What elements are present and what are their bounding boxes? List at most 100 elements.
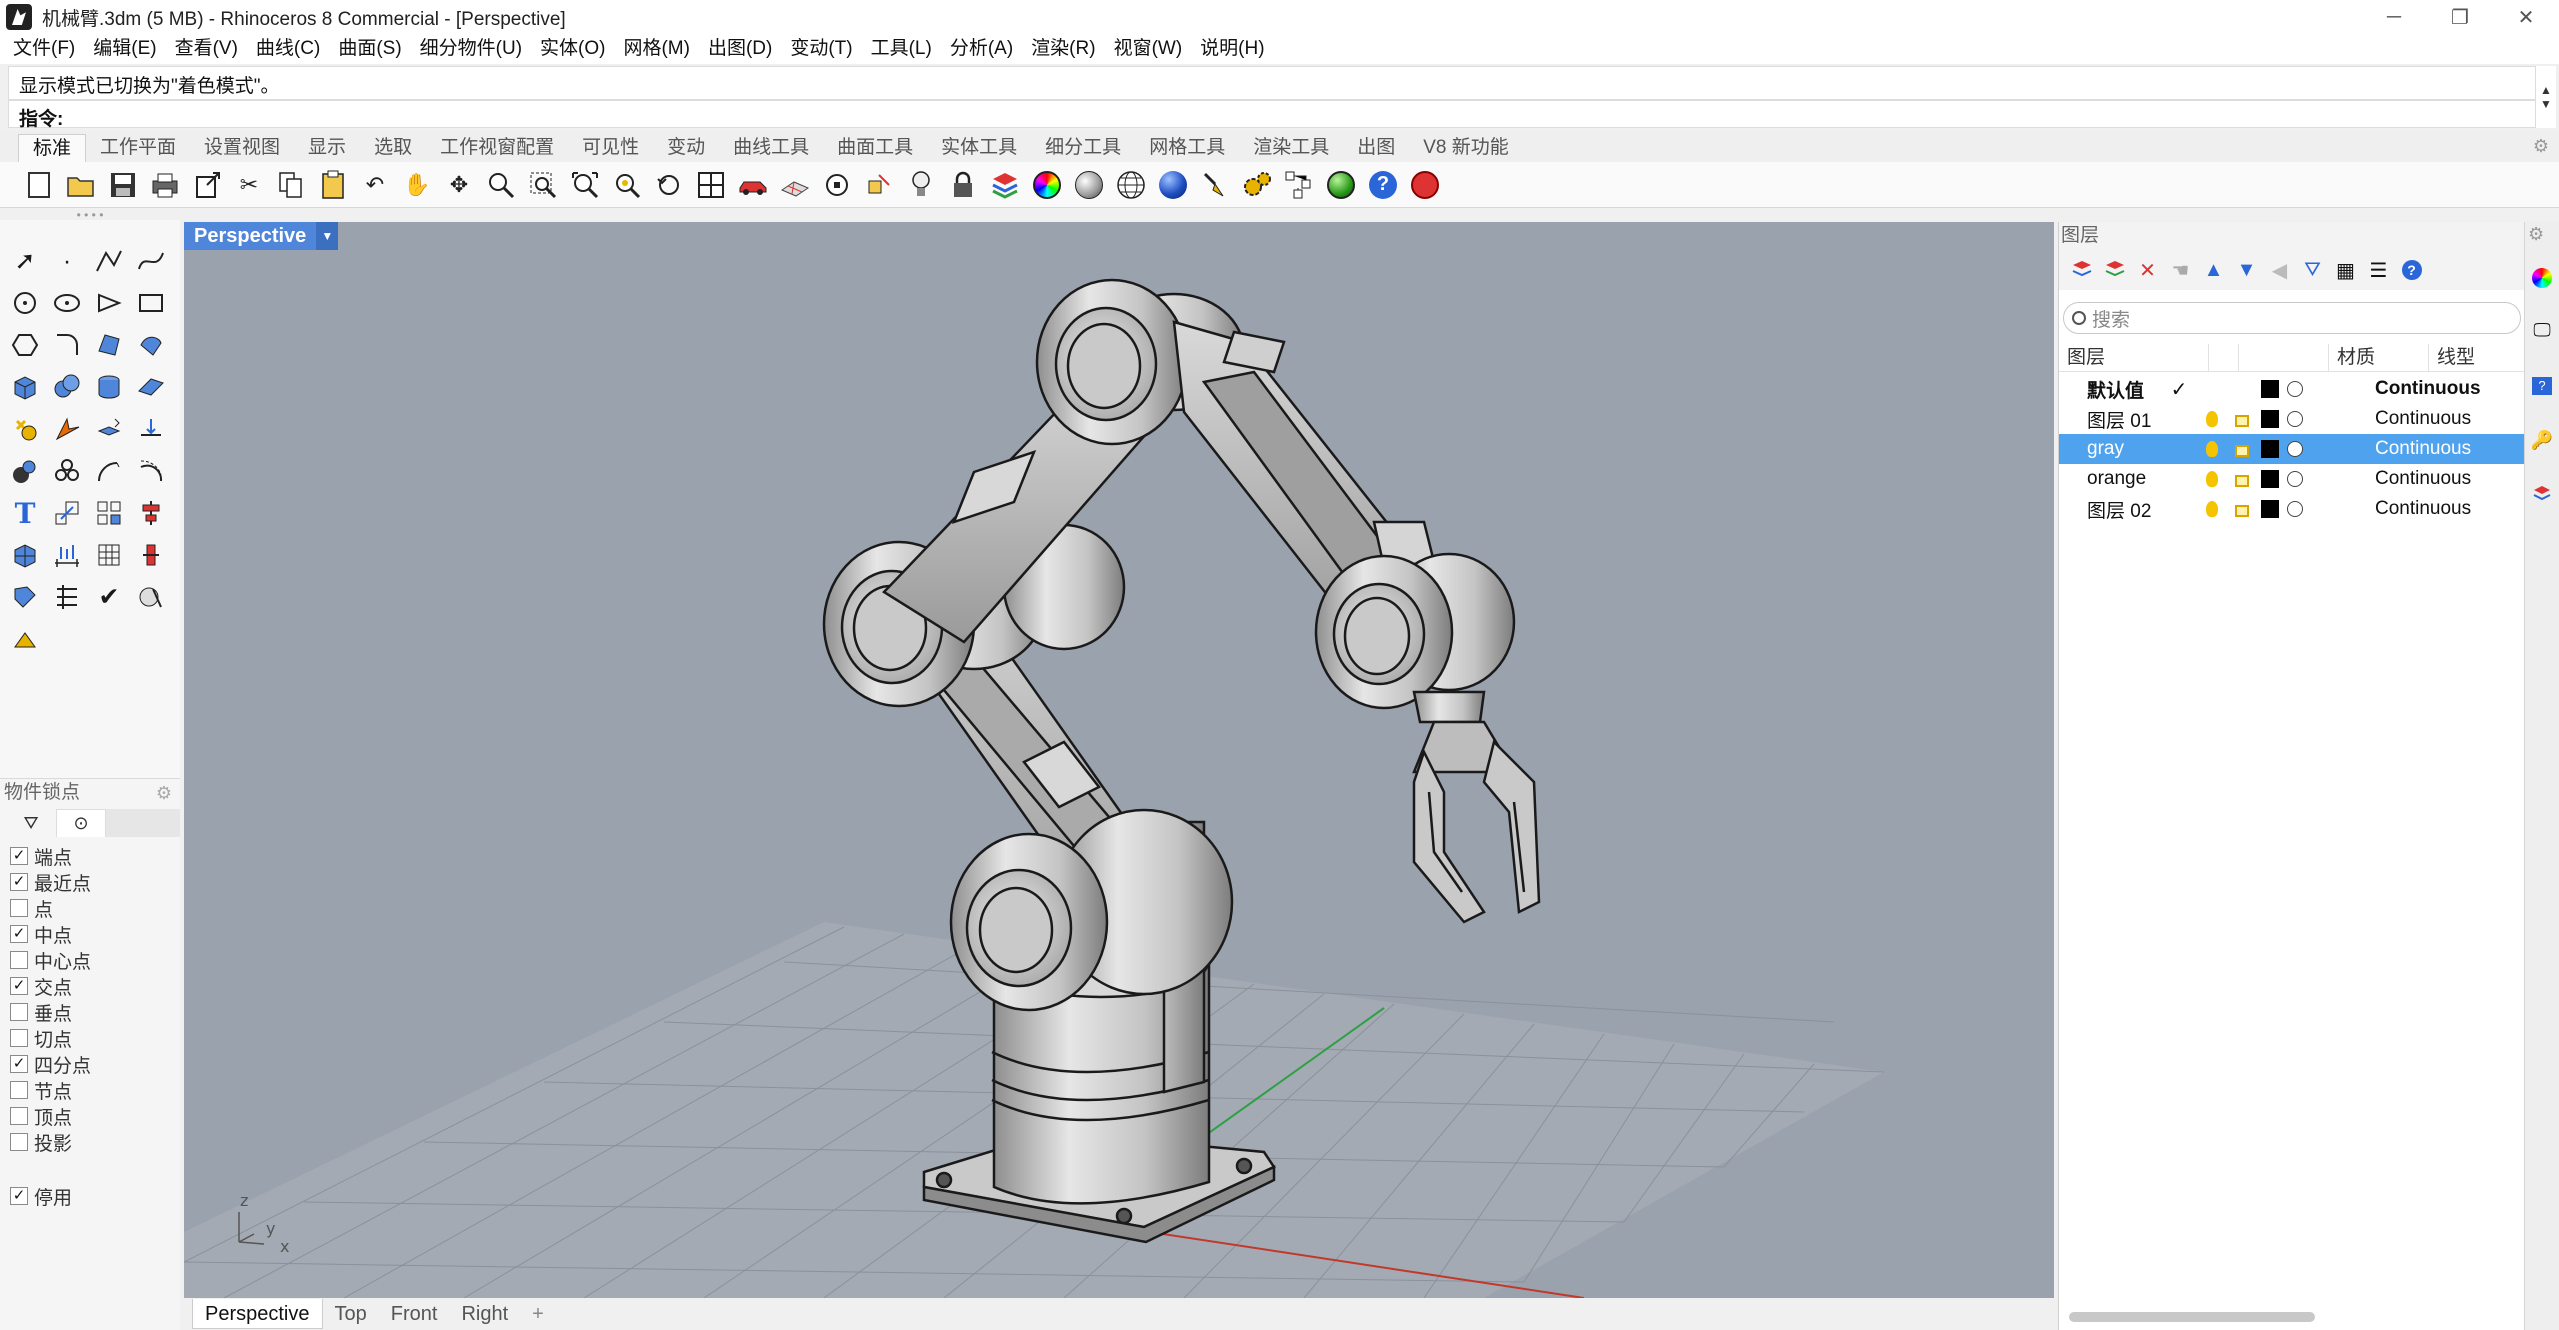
rendered-sphere-icon[interactable] <box>1156 168 1190 202</box>
menu-transform[interactable]: 变动(T) <box>781 34 861 64</box>
new-sublayer-icon[interactable] <box>2098 254 2131 287</box>
command-prompt[interactable]: 指令: <box>8 100 2536 130</box>
fillet-curve-icon[interactable] <box>46 324 88 366</box>
print-icon[interactable] <box>148 168 182 202</box>
command-scrollbar[interactable]: ▲ ▼ <box>2536 66 2556 128</box>
undo-icon[interactable]: ↶ <box>358 168 392 202</box>
viewport-scene[interactable]: z y x <box>184 222 2054 1298</box>
menu-subd[interactable]: 细分物件(U) <box>411 34 531 64</box>
tab-standard[interactable]: 标准 <box>18 134 87 162</box>
layer-color-swatch[interactable] <box>2257 380 2283 398</box>
check-icon[interactable]: ✔ <box>88 576 130 618</box>
delete-layer-icon[interactable]: ✕ <box>2131 254 2164 287</box>
osnap-tangent[interactable]: 切点 <box>0 1025 180 1051</box>
viewport-tab-top[interactable]: Top <box>323 1299 379 1329</box>
column-visibility[interactable] <box>2239 344 2329 372</box>
tab-drafting[interactable]: 出图 <box>1343 134 1409 162</box>
viewport-menu-chevron-icon[interactable]: ▼ <box>316 222 339 250</box>
viewport-tab-right[interactable]: Right <box>449 1299 520 1329</box>
menu-surface[interactable]: 曲面(S) <box>329 34 410 64</box>
column-current[interactable] <box>2209 344 2239 372</box>
layer-color-swatch[interactable] <box>2257 500 2283 518</box>
rhino-logo-icon[interactable] <box>6 4 32 30</box>
boolean-tools-icon[interactable] <box>4 408 46 450</box>
move-layer-down-icon[interactable]: ▼ <box>2230 254 2263 287</box>
layer-unlock-icon[interactable] <box>2227 441 2257 457</box>
layer-search-field[interactable]: 搜索 <box>2063 302 2521 334</box>
layer-visible-bulb-icon[interactable] <box>2197 471 2227 487</box>
feedback-icon[interactable] <box>1408 168 1442 202</box>
layer-name[interactable]: gray <box>2059 438 2161 460</box>
layer-color-swatch[interactable] <box>2257 440 2283 458</box>
toolbar-grip[interactable]: • • • • <box>0 209 180 221</box>
menu-edit[interactable]: 编辑(E) <box>84 34 165 64</box>
viewport-name[interactable]: Perspective <box>184 225 316 248</box>
circle-icon[interactable] <box>4 282 46 324</box>
layer-unlock-icon[interactable] <box>2227 471 2257 487</box>
menu-solid[interactable]: 实体(O) <box>531 34 614 64</box>
tab-render-tools[interactable]: 渲染工具 <box>1239 134 1343 162</box>
checkbox[interactable] <box>10 1081 28 1099</box>
pan-hand-icon[interactable]: ✋ <box>400 168 434 202</box>
layer-grid-view-icon[interactable]: ▦ <box>2329 254 2362 287</box>
move-layer-parent-icon[interactable]: ◀ <box>2263 254 2296 287</box>
car-icon[interactable] <box>736 168 770 202</box>
grid-plane-icon[interactable] <box>778 168 812 202</box>
cut-icon[interactable]: ✂ <box>232 168 266 202</box>
tab-set-view[interactable]: 设置视图 <box>190 134 294 162</box>
layer-visible-bulb-icon[interactable] <box>2197 441 2227 457</box>
osnap-intersection[interactable]: ✓ 交点 <box>0 973 180 999</box>
osnap-disable[interactable]: ✓ 停用 <box>0 1183 180 1209</box>
layer-row-01[interactable]: 图层 01 Continuous <box>2059 404 2525 434</box>
array-icon[interactable] <box>88 492 130 534</box>
layer-visible-bulb-icon[interactable] <box>2197 411 2227 427</box>
checkbox[interactable]: ✓ <box>10 873 28 891</box>
package-manager-icon[interactable] <box>1324 168 1358 202</box>
layer-name[interactable]: 图层 01 <box>2059 406 2161 433</box>
layer-material-icon[interactable] <box>2283 501 2375 517</box>
layer-color-icon[interactable] <box>988 168 1022 202</box>
gumball-icon[interactable] <box>130 534 172 576</box>
rectangle-icon[interactable] <box>130 282 172 324</box>
layer-visible-bulb-icon[interactable] <box>2197 501 2227 517</box>
viewport-tab-front[interactable]: Front <box>379 1299 450 1329</box>
tab-visibility[interactable]: 可见性 <box>568 134 653 162</box>
checkbox[interactable] <box>10 951 28 969</box>
lock-icon[interactable] <box>946 168 980 202</box>
plane-surface-icon[interactable] <box>130 366 172 408</box>
layer-hand-icon[interactable]: ☚ <box>2164 254 2197 287</box>
split-icon[interactable] <box>130 576 172 618</box>
layer-filter-icon[interactable]: ⛛ <box>2296 254 2329 287</box>
checkbox[interactable] <box>10 1029 28 1047</box>
zoom-icon[interactable] <box>484 168 518 202</box>
scroll-down-icon[interactable]: ▼ <box>2540 97 2552 111</box>
scale-icon[interactable] <box>46 492 88 534</box>
solid-tools-icon[interactable] <box>4 450 46 492</box>
ellipse-icon[interactable] <box>46 282 88 324</box>
export-icon[interactable] <box>190 168 224 202</box>
restore-button[interactable]: ❐ <box>2427 0 2493 34</box>
tab-solid-tools[interactable]: 实体工具 <box>927 134 1031 162</box>
checkbox[interactable] <box>10 1133 28 1151</box>
help-panel-icon[interactable]: ? <box>2530 374 2554 398</box>
undo-view-icon[interactable] <box>652 168 686 202</box>
osnap-vertex[interactable]: 顶点 <box>0 1103 180 1129</box>
layers-panel-tab-icon[interactable] <box>2530 482 2554 506</box>
add-viewport-tab-icon[interactable]: + <box>520 1299 556 1329</box>
menu-panels[interactable]: 视窗(W) <box>1105 34 1192 64</box>
osnap-icon[interactable] <box>820 168 854 202</box>
polygon-icon[interactable] <box>88 282 130 324</box>
box-icon[interactable] <box>4 366 46 408</box>
checkbox[interactable] <box>10 899 28 917</box>
layer-linetype[interactable]: Continuous <box>2375 438 2485 460</box>
checkbox[interactable]: ✓ <box>10 977 28 995</box>
align-icon[interactable] <box>130 492 172 534</box>
menu-analyze[interactable]: 分析(A) <box>941 34 1022 64</box>
arc-icon[interactable] <box>88 450 130 492</box>
layers-horizontal-scrollbar[interactable] <box>2069 1312 2315 1322</box>
hexagon-icon[interactable] <box>4 324 46 366</box>
text-icon[interactable]: T <box>4 492 46 534</box>
column-material[interactable]: 材质 <box>2329 344 2429 372</box>
zoom-window-icon[interactable] <box>526 168 560 202</box>
copy-icon[interactable] <box>274 168 308 202</box>
